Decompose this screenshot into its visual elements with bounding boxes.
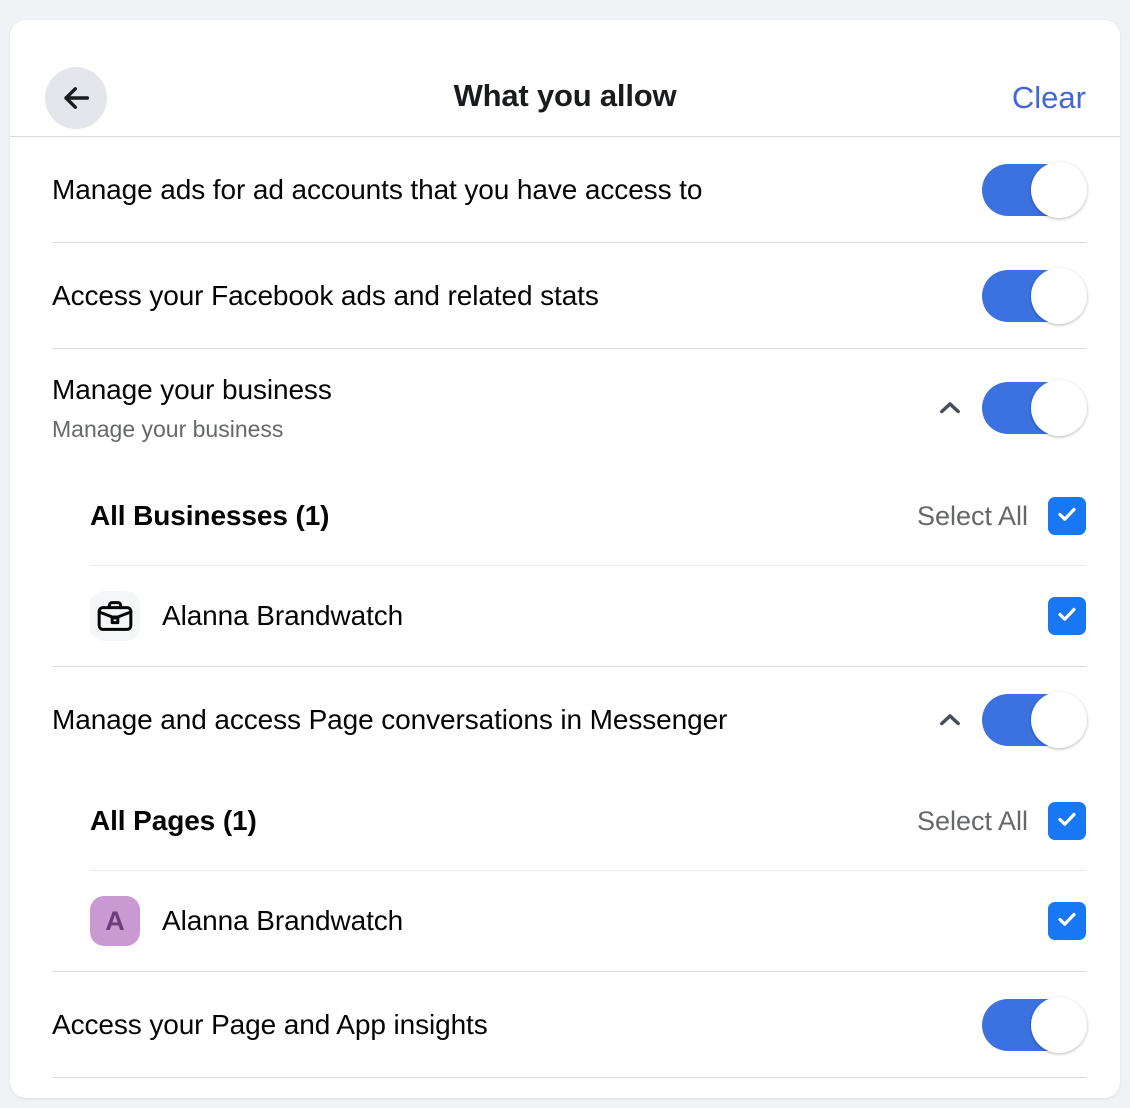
select-all-checkbox[interactable] xyxy=(1048,497,1086,535)
page-title: What you allow xyxy=(453,78,677,113)
group-header: All Businesses (1) Select All xyxy=(10,467,1120,565)
avatar: A xyxy=(90,896,140,946)
toggle-knob xyxy=(1031,161,1087,218)
entity-row[interactable]: A Alanna Brandwatch xyxy=(10,871,1120,971)
permission-row[interactable]: Manage and access Page conversations in … xyxy=(10,667,1120,772)
briefcase-icon xyxy=(90,591,140,641)
permission-texts: Access your Facebook ads and related sta… xyxy=(52,279,982,313)
toggle-knob xyxy=(1031,996,1087,1053)
entity-checkbox[interactable] xyxy=(1048,902,1086,940)
permission-title: Manage your business xyxy=(52,373,332,405)
chevron-up-icon[interactable] xyxy=(928,386,972,430)
group-heading: All Businesses (1) xyxy=(90,500,330,531)
permission-toggle[interactable] xyxy=(982,996,1087,1053)
permission-row[interactable]: Manage your business Manage your busines… xyxy=(10,349,1120,467)
select-all-label: Select All xyxy=(916,500,1028,531)
entity-row[interactable]: Alanna Brandwatch xyxy=(10,566,1120,666)
chevron-up-icon[interactable] xyxy=(928,698,972,742)
group-heading: All Pages (1) xyxy=(90,805,257,836)
dialog-header: What you allow Clear xyxy=(10,20,1120,137)
row-divider xyxy=(52,1077,1086,1078)
clear-button[interactable]: Clear xyxy=(1012,80,1086,116)
toggle-knob xyxy=(1031,380,1087,436)
check-icon xyxy=(1055,907,1079,936)
toggle-knob xyxy=(1031,267,1087,324)
permission-title: Manage and access Page conversations in … xyxy=(52,703,728,735)
permission-toggle[interactable] xyxy=(982,691,1087,748)
select-all-checkbox[interactable] xyxy=(1048,802,1086,840)
toggle-knob xyxy=(1031,691,1087,748)
permission-title: Manage ads for ad accounts that you have… xyxy=(52,173,703,205)
permission-row[interactable]: Access your Facebook ads and related sta… xyxy=(10,243,1120,348)
select-all-label: Select All xyxy=(916,805,1028,836)
permission-texts: Manage and access Page conversations in … xyxy=(52,703,928,737)
entity-checkbox[interactable] xyxy=(1048,597,1086,635)
permission-toggle[interactable] xyxy=(982,267,1087,324)
permission-texts: Access your Page and App insights xyxy=(52,1008,982,1042)
permission-subtitle: Manage your business xyxy=(52,415,284,442)
permission-title: Access your Facebook ads and related sta… xyxy=(52,279,599,311)
permission-texts: Manage your business Manage your busines… xyxy=(52,373,928,444)
entity-name: Alanna Brandwatch xyxy=(162,905,404,936)
permission-title: Access your Page and App insights xyxy=(52,1008,488,1040)
permissions-card: What you allow Clear Manage ads for ad a… xyxy=(10,20,1120,1098)
permission-row[interactable]: Manage ads for ad accounts that you have… xyxy=(10,137,1120,242)
permission-toggle[interactable] xyxy=(982,380,1087,436)
check-icon xyxy=(1055,502,1079,531)
check-icon xyxy=(1055,602,1079,631)
entity-name: Alanna Brandwatch xyxy=(162,600,404,631)
permission-row[interactable]: Access your Page and App insights xyxy=(10,972,1120,1077)
group-header: All Pages (1) Select All xyxy=(10,772,1120,870)
permission-texts: Manage ads for ad accounts that you have… xyxy=(52,173,982,207)
check-icon xyxy=(1055,807,1079,836)
permission-toggle[interactable] xyxy=(982,161,1087,218)
